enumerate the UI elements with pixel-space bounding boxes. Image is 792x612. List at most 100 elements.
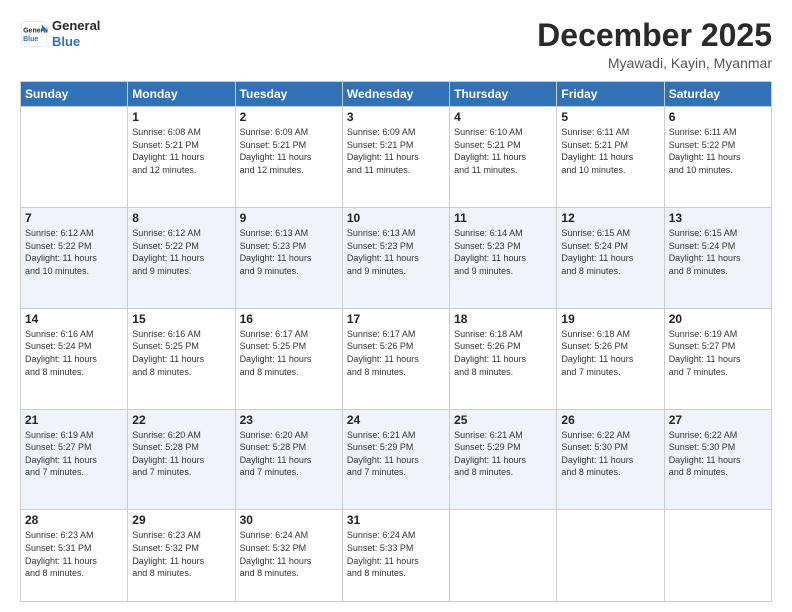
day-number: 18 [454,312,552,326]
day-number: 20 [669,312,767,326]
calendar-week-row: 14 Sunrise: 6:16 AM Sunset: 5:24 PM Dayli… [21,308,772,409]
calendar-cell: 26 Sunrise: 6:22 AM Sunset: 5:30 PM Dayli… [557,409,664,510]
cell-info: Sunrise: 6:18 AM Sunset: 5:26 PM Dayligh… [454,328,552,378]
calendar-cell [21,107,128,208]
calendar-cell: 14 Sunrise: 6:16 AM Sunset: 5:24 PM Dayli… [21,308,128,409]
logo-icon: General Blue [20,20,48,48]
calendar-cell: 27Sunrise: 6:22 AM Sunset: 5:30 PM Dayli… [664,409,771,510]
day-number: 19 [561,312,659,326]
calendar-cell: 2Sunrise: 6:09 AM Sunset: 5:21 PM Daylig… [235,107,342,208]
weekday-header: Wednesday [342,82,449,107]
logo-line2: Blue [52,34,100,50]
cell-info: Sunrise: 6:20 AM Sunset: 5:28 PM Dayligh… [240,429,338,479]
cell-info: Sunrise: 6:11 AM Sunset: 5:22 PM Dayligh… [669,126,767,176]
cell-info: Sunrise: 6:23 AM Sunset: 5:32 PM Dayligh… [132,529,230,579]
cell-info: Sunrise: 6:17 AM Sunset: 5:26 PM Dayligh… [347,328,445,378]
cell-info: Sunrise: 6:15 AM Sunset: 5:24 PM Dayligh… [561,227,659,277]
logo: General Blue General Blue [20,18,100,49]
day-number: 9 [240,211,338,225]
cell-info: Sunrise: 6:17 AM Sunset: 5:25 PM Dayligh… [240,328,338,378]
calendar-cell: 13 Sunrise: 6:15 AM Sunset: 5:24 PM Dayli… [664,207,771,308]
cell-info: Sunrise: 6:21 AM Sunset: 5:29 PM Dayligh… [454,429,552,479]
calendar-week-row: 28Sunrise: 6:23 AM Sunset: 5:31 PM Dayli… [21,510,772,602]
calendar-cell: 15Sunrise: 6:16 AM Sunset: 5:25 PM Dayli… [128,308,235,409]
calendar-cell: 3 Sunrise: 6:09 AM Sunset: 5:21 PM Daylig… [342,107,449,208]
day-number: 16 [240,312,338,326]
calendar-table: SundayMondayTuesdayWednesdayThursdayFrid… [20,81,772,602]
cell-info: Sunrise: 6:14 AM Sunset: 5:23 PM Dayligh… [454,227,552,277]
logo-text: General Blue [52,18,100,49]
calendar-cell [557,510,664,602]
calendar-cell: 30 Sunrise: 6:24 AM Sunset: 5:32 PM Dayli… [235,510,342,602]
day-number: 23 [240,413,338,427]
cell-info: Sunrise: 6:24 AM Sunset: 5:33 PM Dayligh… [347,529,445,579]
cell-info: Sunrise: 6:22 AM Sunset: 5:30 PM Dayligh… [561,429,659,479]
cell-info: Sunrise: 6:08 AM Sunset: 5:21 PM Dayligh… [132,126,230,176]
calendar-cell: 25 Sunrise: 6:21 AM Sunset: 5:29 PM Dayli… [450,409,557,510]
cell-info: Sunrise: 6:11 AM Sunset: 5:21 PM Dayligh… [561,126,659,176]
cell-info: Sunrise: 6:21 AM Sunset: 5:29 PM Dayligh… [347,429,445,479]
day-number: 29 [132,513,230,527]
weekday-header: Thursday [450,82,557,107]
logo-line1: General [52,18,100,34]
day-number: 31 [347,513,445,527]
calendar-cell: 7 Sunrise: 6:12 AM Sunset: 5:22 PM Daylig… [21,207,128,308]
cell-info: Sunrise: 6:23 AM Sunset: 5:31 PM Dayligh… [25,529,123,579]
calendar-week-row: 21 Sunrise: 6:19 AM Sunset: 5:27 PM Dayli… [21,409,772,510]
calendar-cell: 22Sunrise: 6:20 AM Sunset: 5:28 PM Dayli… [128,409,235,510]
cell-info: Sunrise: 6:15 AM Sunset: 5:24 PM Dayligh… [669,227,767,277]
calendar-cell: 20 Sunrise: 6:19 AM Sunset: 5:27 PM Dayli… [664,308,771,409]
calendar-header-row: SundayMondayTuesdayWednesdayThursdayFrid… [21,82,772,107]
day-number: 11 [454,211,552,225]
cell-info: Sunrise: 6:22 AM Sunset: 5:30 PM Dayligh… [669,429,767,479]
title-block: December 2025 Myawadi, Kayin, Myanmar [537,18,772,71]
calendar-cell: 24Sunrise: 6:21 AM Sunset: 5:29 PM Dayli… [342,409,449,510]
calendar-cell: 18 Sunrise: 6:18 AM Sunset: 5:26 PM Dayli… [450,308,557,409]
cell-info: Sunrise: 6:20 AM Sunset: 5:28 PM Dayligh… [132,429,230,479]
weekday-header: Tuesday [235,82,342,107]
cell-info: Sunrise: 6:09 AM Sunset: 5:21 PM Dayligh… [347,126,445,176]
cell-info: Sunrise: 6:19 AM Sunset: 5:27 PM Dayligh… [669,328,767,378]
svg-text:Blue: Blue [23,36,38,43]
day-number: 7 [25,211,123,225]
cell-info: Sunrise: 6:13 AM Sunset: 5:23 PM Dayligh… [240,227,338,277]
calendar-cell: 10 Sunrise: 6:13 AM Sunset: 5:23 PM Dayli… [342,207,449,308]
calendar-cell: 9 Sunrise: 6:13 AM Sunset: 5:23 PM Daylig… [235,207,342,308]
calendar-week-row: 7 Sunrise: 6:12 AM Sunset: 5:22 PM Daylig… [21,207,772,308]
calendar-cell: 16 Sunrise: 6:17 AM Sunset: 5:25 PM Dayli… [235,308,342,409]
day-number: 4 [454,110,552,124]
day-number: 26 [561,413,659,427]
day-number: 21 [25,413,123,427]
weekday-header: Friday [557,82,664,107]
calendar-cell: 31 Sunrise: 6:24 AM Sunset: 5:33 PM Dayli… [342,510,449,602]
day-number: 25 [454,413,552,427]
day-number: 5 [561,110,659,124]
calendar-cell [664,510,771,602]
cell-info: Sunrise: 6:16 AM Sunset: 5:24 PM Dayligh… [25,328,123,378]
calendar-cell: 21 Sunrise: 6:19 AM Sunset: 5:27 PM Dayli… [21,409,128,510]
calendar-cell: 8 Sunrise: 6:12 AM Sunset: 5:22 PM Daylig… [128,207,235,308]
cell-info: Sunrise: 6:10 AM Sunset: 5:21 PM Dayligh… [454,126,552,176]
weekday-header: Sunday [21,82,128,107]
day-number: 13 [669,211,767,225]
cell-info: Sunrise: 6:18 AM Sunset: 5:26 PM Dayligh… [561,328,659,378]
calendar-cell: 29 Sunrise: 6:23 AM Sunset: 5:32 PM Dayli… [128,510,235,602]
day-number: 2 [240,110,338,124]
day-number: 8 [132,211,230,225]
cell-info: Sunrise: 6:19 AM Sunset: 5:27 PM Dayligh… [25,429,123,479]
cell-info: Sunrise: 6:16 AM Sunset: 5:25 PM Dayligh… [132,328,230,378]
calendar-cell: 6 Sunrise: 6:11 AM Sunset: 5:22 PM Daylig… [664,107,771,208]
day-number: 1 [132,110,230,124]
cell-info: Sunrise: 6:12 AM Sunset: 5:22 PM Dayligh… [25,227,123,277]
day-number: 30 [240,513,338,527]
day-number: 6 [669,110,767,124]
day-number: 14 [25,312,123,326]
cell-info: Sunrise: 6:12 AM Sunset: 5:22 PM Dayligh… [132,227,230,277]
calendar-cell: 12Sunrise: 6:15 AM Sunset: 5:24 PM Dayli… [557,207,664,308]
weekday-header: Saturday [664,82,771,107]
cell-info: Sunrise: 6:13 AM Sunset: 5:23 PM Dayligh… [347,227,445,277]
calendar-cell: 5 Sunrise: 6:11 AM Sunset: 5:21 PM Daylig… [557,107,664,208]
day-number: 3 [347,110,445,124]
cell-info: Sunrise: 6:24 AM Sunset: 5:32 PM Dayligh… [240,529,338,579]
day-number: 10 [347,211,445,225]
